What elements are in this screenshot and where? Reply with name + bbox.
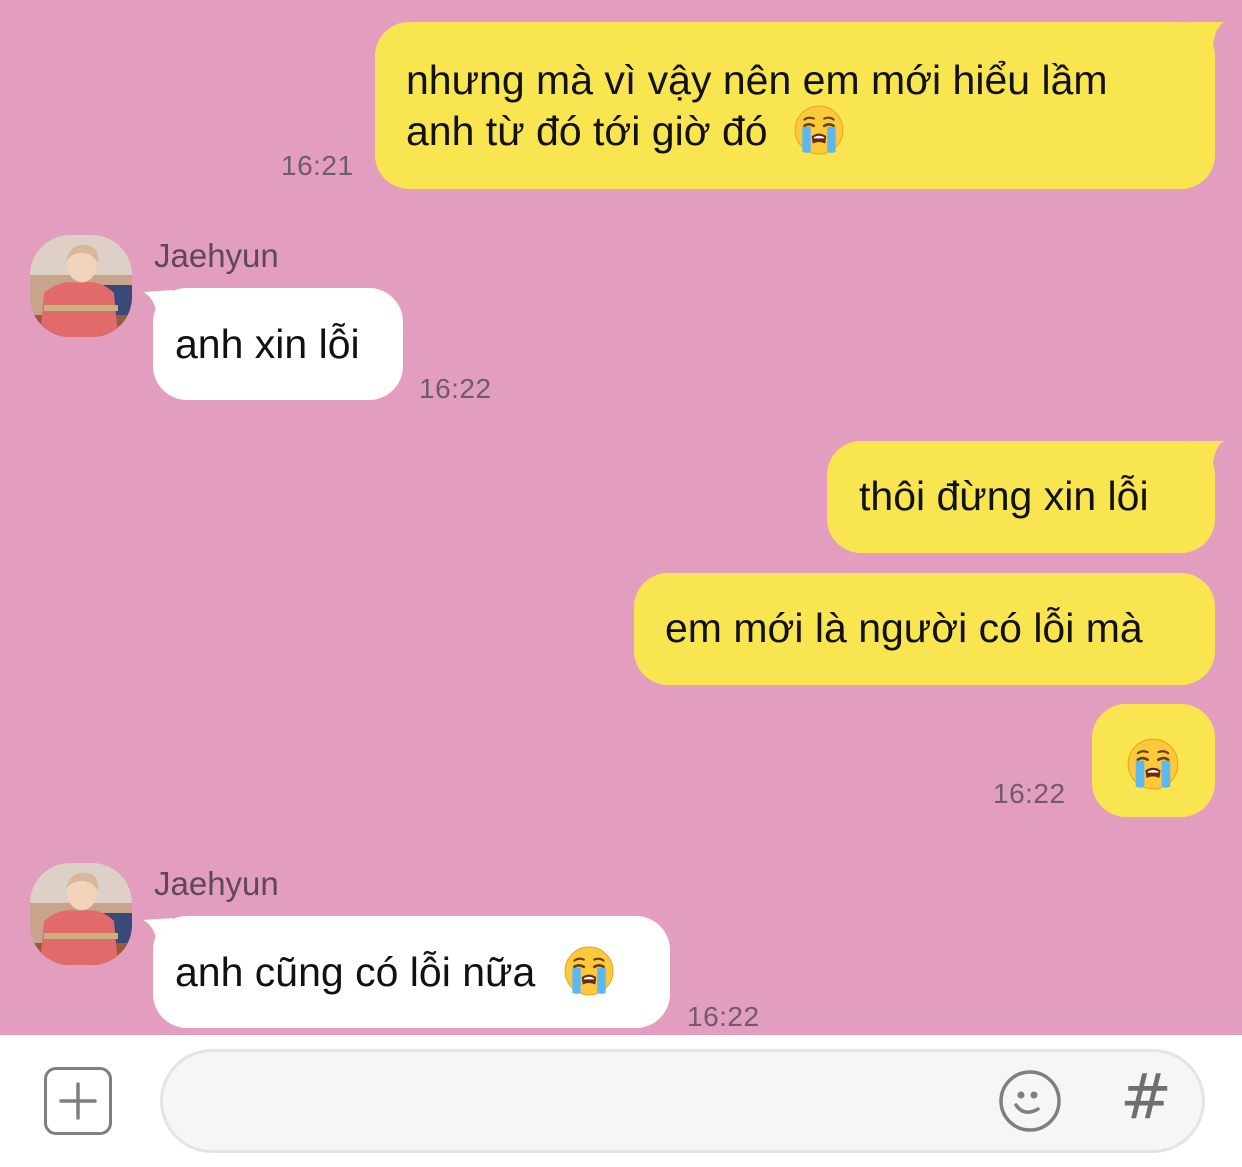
profile-photo xyxy=(30,235,132,337)
message-composer: # xyxy=(0,1035,1242,1167)
avatar[interactable] xyxy=(30,235,132,337)
smiley-icon[interactable] xyxy=(998,1069,1062,1133)
my-message-bubble[interactable]: em mới là người có lỗi mà xyxy=(634,573,1215,685)
sender-name: Jaehyun xyxy=(154,237,279,274)
crying-face-icon xyxy=(563,945,615,997)
hashtag-button[interactable]: # xyxy=(1118,1063,1174,1131)
message-time: 16:22 xyxy=(993,778,1066,809)
crying-face-icon xyxy=(793,104,845,156)
avatar[interactable] xyxy=(30,863,132,965)
message-text-line: nhưng mà vì vậy nên em mới hiểu lầm xyxy=(406,57,1108,103)
message-time: 16:22 xyxy=(687,1001,760,1032)
my-message-bubble[interactable]: nhưng mà vì vậy nên em mới hiểu lầm anh … xyxy=(375,22,1215,189)
plus-square-icon[interactable] xyxy=(44,1067,112,1135)
my-message-bubble[interactable] xyxy=(1092,704,1215,817)
chat-area: 16:21 nhưng mà vì vậy nên em mới hiểu lầ… xyxy=(0,0,1242,1035)
message-text-line: anh từ đó tới giờ đó xyxy=(406,108,768,154)
message-text: anh xin lỗi xyxy=(175,321,360,367)
message-line-with-emoji: anh từ đó tới giờ đó xyxy=(406,106,1185,157)
bubble-tail xyxy=(1188,22,1224,52)
their-message-bubble[interactable]: anh xin lỗi xyxy=(153,288,403,400)
sender-name: Jaehyun xyxy=(154,865,279,902)
profile-photo xyxy=(30,863,132,965)
bubble-tail xyxy=(1188,441,1224,471)
plus-glyph xyxy=(59,1082,97,1120)
message-text: thôi đừng xin lỗi xyxy=(859,473,1149,519)
message-text: anh cũng có lỗi nữa xyxy=(175,949,536,995)
my-message-bubble[interactable]: thôi đừng xin lỗi xyxy=(827,441,1215,553)
message-time: 16:22 xyxy=(419,373,492,404)
message-time: 16:21 xyxy=(281,150,354,181)
message-text: em mới là người có lỗi mà xyxy=(665,605,1143,651)
their-message-bubble[interactable]: anh cũng có lỗi nữa xyxy=(153,916,670,1028)
crying-face-icon xyxy=(1126,737,1180,791)
